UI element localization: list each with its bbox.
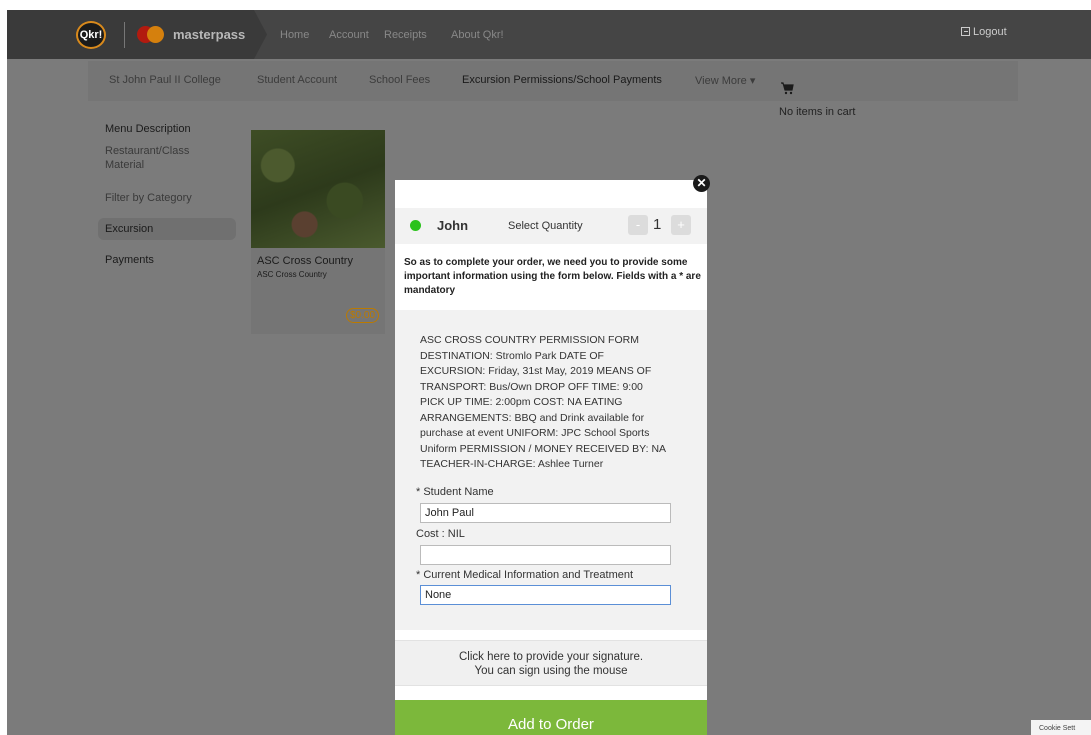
logout-icon	[961, 27, 970, 36]
subnav-view-more[interactable]: View More ▾	[695, 74, 755, 87]
student-row: John Select Quantity - 1 +	[395, 208, 707, 244]
nav-account[interactable]: Account	[329, 29, 369, 41]
excursion-description: ASC CROSS COUNTRY PERMISSION FORM DESTIN…	[420, 334, 666, 470]
masterpass-label: masterpass	[173, 27, 246, 42]
cost-field[interactable]	[420, 545, 671, 565]
permission-form: ASC CROSS COUNTRY PERMISSION FORM DESTIN…	[395, 310, 707, 630]
nav-home[interactable]: Home	[280, 29, 309, 41]
cookie-settings-button[interactable]: Cookie Sett	[1031, 720, 1091, 735]
order-modal: John Select Quantity - 1 + So as to comp…	[395, 180, 707, 735]
medical-info-label: * Current Medical Information and Treatm…	[416, 569, 634, 581]
brand-divider	[124, 22, 125, 48]
top-bar: Qkr! masterpass Home Account Receipts Ab…	[7, 10, 1091, 59]
product-photo	[251, 130, 385, 248]
subnav-excursion-permissions[interactable]: Excursion Permissions/School Payments	[462, 74, 662, 86]
sidebar-item-excursion[interactable]: Excursion	[105, 222, 153, 236]
nav-about[interactable]: About Qkr!	[451, 29, 504, 41]
mastercard-logo-icon	[137, 26, 173, 43]
signature-prompt: Click here to provide your signature.	[458, 651, 644, 663]
logout-button[interactable]: Logout	[961, 26, 1007, 38]
subnav-student-account[interactable]: Student Account	[257, 74, 337, 86]
form-instructions: So as to complete your order, we need yo…	[404, 257, 701, 296]
cart-status: No items in cart	[779, 106, 856, 118]
student-name-label: * Student Name	[416, 486, 494, 498]
student-name-field[interactable]	[420, 503, 671, 523]
close-icon[interactable]: ✕	[693, 175, 710, 192]
signature-pad[interactable]: Click here to provide your signature. Yo…	[395, 640, 707, 686]
medical-info-field[interactable]	[420, 585, 671, 605]
student-selected-icon[interactable]	[410, 220, 421, 231]
sidebar-item-restaurant[interactable]: Restaurant/Class Material	[105, 144, 215, 172]
sidebar-filter-label: Filter by Category	[105, 192, 192, 204]
subnav-school[interactable]: St John Paul II College	[109, 74, 221, 86]
qkr-logo[interactable]: Qkr!	[76, 21, 106, 49]
school-subnav: St John Paul II College Student Account …	[88, 61, 1018, 101]
product-subtitle: ASC Cross Country	[257, 270, 327, 279]
quantity-label: Select Quantity	[508, 220, 583, 232]
nav-receipts[interactable]: Receipts	[384, 29, 427, 41]
app-window: Qkr! masterpass Home Account Receipts Ab…	[7, 10, 1091, 735]
sidebar-item-payments[interactable]: Payments	[105, 253, 154, 267]
quantity-increase-button[interactable]: +	[671, 215, 691, 235]
signature-hint: You can sign using the mouse	[474, 665, 628, 677]
product-price: $0.00	[346, 308, 380, 323]
student-name: John	[437, 218, 469, 233]
cart-icon[interactable]	[780, 81, 794, 95]
cost-label: Cost : NIL	[416, 528, 465, 540]
quantity-value: 1	[653, 216, 662, 233]
product-title: ASC Cross Country	[257, 255, 353, 267]
logout-label: Logout	[973, 26, 1007, 38]
quantity-decrease-button[interactable]: -	[628, 215, 648, 235]
add-to-order-button[interactable]: Add to Order	[395, 700, 707, 735]
sidebar-heading: Menu Description	[105, 123, 191, 135]
product-card[interactable]: ASC Cross Country ASC Cross Country $0.0…	[251, 130, 385, 334]
subnav-school-fees[interactable]: School Fees	[369, 74, 430, 86]
